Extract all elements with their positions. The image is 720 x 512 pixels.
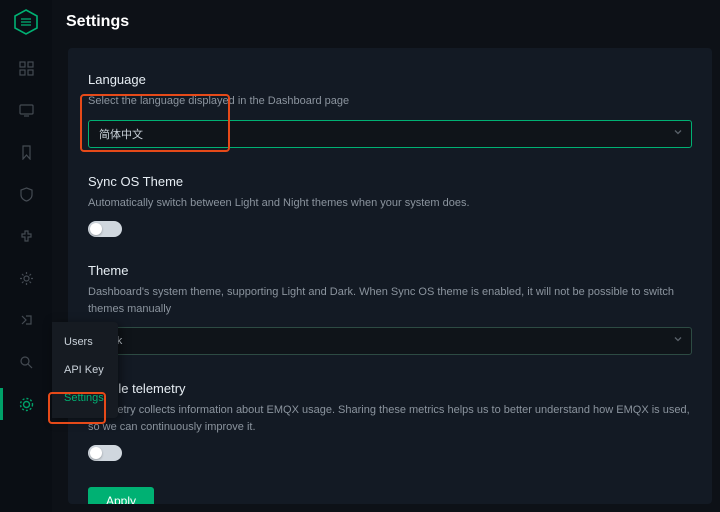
apply-button[interactable]: Apply [88,487,154,504]
nav-gear-icon[interactable] [16,268,36,288]
telemetry-title: Enable telemetry [88,381,692,396]
sync-desc: Automatically switch between Light and N… [88,195,692,212]
nav-diagnostics-icon[interactable] [16,310,36,330]
language-desc: Select the language displayed in the Das… [88,93,692,110]
language-select[interactable]: 简体中文 [88,120,692,148]
section-sync: Sync OS Theme Automatically switch betwe… [88,174,692,238]
section-telemetry: Enable telemetry Telemetry collects info… [88,381,692,461]
language-title: Language [88,72,692,87]
section-theme: Theme Dashboard's system theme, supporti… [88,263,692,355]
theme-select[interactable]: Dark [88,327,692,355]
nav-monitor-icon[interactable] [16,100,36,120]
submenu-settings[interactable]: Settings [52,384,118,412]
nav-shield-icon[interactable] [16,184,36,204]
system-submenu: Users API Key Settings [52,322,118,418]
nav-bookmark-icon[interactable] [16,142,36,162]
chevron-down-icon [673,335,683,348]
nav-extensions-icon[interactable] [16,226,36,246]
telemetry-toggle[interactable] [88,445,122,461]
page-title: Settings [52,0,720,44]
sync-title: Sync OS Theme [88,174,692,189]
submenu-users[interactable]: Users [52,328,118,356]
nav-dashboard-icon[interactable] [16,58,36,78]
sync-toggle[interactable] [88,221,122,237]
settings-panel: Language Select the language displayed i… [68,48,712,504]
theme-title: Theme [88,263,692,278]
emqx-logo-icon[interactable] [12,8,40,36]
nav-search-icon[interactable] [16,352,36,372]
telemetry-desc: Telemetry collects information about EMQ… [88,402,692,435]
section-language: Language Select the language displayed i… [88,72,692,148]
theme-desc: Dashboard's system theme, supporting Lig… [88,284,692,317]
language-value: 简体中文 [99,126,143,142]
nav-system-icon[interactable] [16,394,36,414]
submenu-apikey[interactable]: API Key [52,356,118,384]
chevron-down-icon [673,127,683,140]
sidebar [0,0,52,512]
